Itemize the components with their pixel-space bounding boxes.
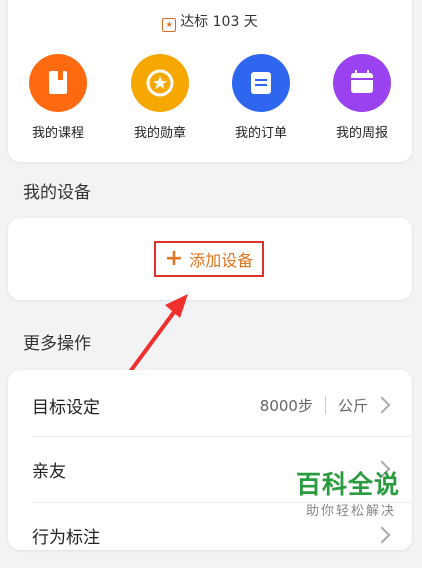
value-divider bbox=[324, 396, 326, 414]
watermark-title: 百科全说 bbox=[296, 470, 401, 499]
chevron-right-icon bbox=[373, 396, 391, 414]
watermark-subtitle: 助你轻松解决 bbox=[306, 504, 397, 519]
row-label: 目标设定 bbox=[32, 397, 100, 418]
step-goal-value: 8000步 bbox=[259, 396, 313, 415]
chevron-right-icon bbox=[373, 526, 391, 544]
row-label: 行为标注 bbox=[32, 527, 100, 548]
watermark: 百科全说 助你轻松解决 bbox=[296, 470, 416, 519]
operations-section-title: 更多操作 bbox=[23, 334, 91, 354]
weight-goal-value: 公斤 bbox=[337, 396, 368, 415]
goal-settings-row[interactable]: 目标设定 8000步 公斤 bbox=[8, 372, 412, 438]
operations-card: 目标设定 8000步 公斤 亲友 行为标注 bbox=[8, 370, 412, 550]
goal-values: 8000步 公斤 bbox=[260, 395, 368, 416]
